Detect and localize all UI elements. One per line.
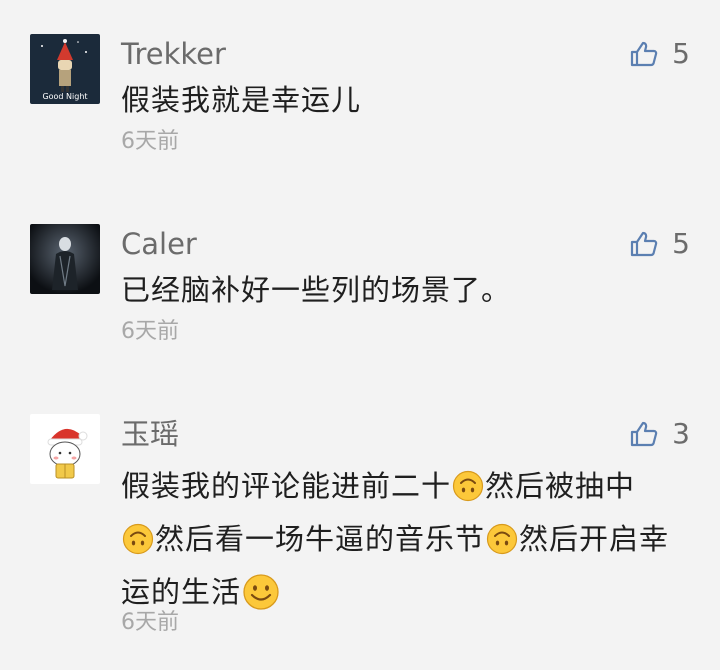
comment-text: 假装我就是幸运儿: [121, 83, 362, 117]
username[interactable]: Caler: [121, 224, 197, 264]
dark-figure-avatar-icon: [30, 224, 100, 294]
upside-down-face-icon: [486, 523, 518, 555]
username[interactable]: 玉瑶: [121, 414, 179, 454]
comment-text: 已经脑补好一些列的场景了。: [121, 273, 512, 307]
smiling-face-icon: [243, 574, 279, 610]
avatar[interactable]: [30, 414, 100, 484]
upside-down-face-icon: [452, 470, 484, 502]
comment-time: 6天前: [121, 610, 179, 635]
santa-cartoon-avatar-icon: [30, 414, 100, 484]
comment-time: 6天前: [121, 129, 179, 154]
like-button[interactable]: 3: [630, 414, 690, 454]
avatar[interactable]: Good Night: [30, 34, 100, 104]
avatar[interactable]: [30, 224, 100, 294]
username[interactable]: Trekker: [121, 34, 226, 74]
thumbs-up-icon: [631, 41, 658, 67]
like-button[interactable]: 5: [630, 34, 690, 74]
comment-text-segment: 假装我的评论能进前二十: [121, 469, 452, 503]
thumbs-up-icon: [631, 231, 658, 257]
upside-down-face-icon: [122, 523, 154, 555]
like-count: 5: [672, 37, 690, 70]
comment-text-segment: 然后看一场牛逼的音乐节: [155, 522, 486, 556]
like-button[interactable]: 5: [630, 224, 690, 264]
comment-text-segment: 然后被抽中: [485, 469, 636, 503]
comment-list: Good Night Trekker 5 假装我就是幸运儿 6天前 Caler …: [0, 0, 720, 670]
like-count: 3: [672, 417, 690, 450]
comment-text: 假装我的评论能进前二十 然后被抽中 然后看一场牛逼的音乐节 然后开启幸运的生活: [121, 460, 691, 619]
like-count: 5: [672, 227, 690, 260]
thumbs-up-icon: [631, 421, 658, 447]
avatar-caption: Good Night: [42, 92, 88, 101]
comment-time: 6天前: [121, 319, 179, 344]
